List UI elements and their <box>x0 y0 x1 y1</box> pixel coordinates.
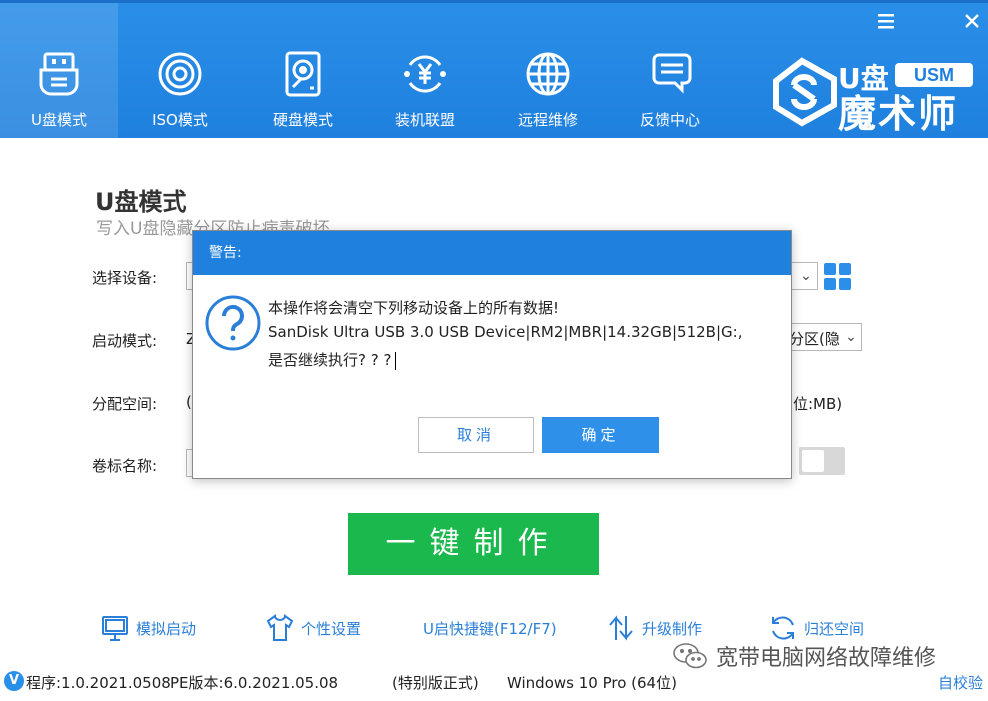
tab-label: ISO模式 <box>152 111 208 129</box>
confirm-button[interactable]: 确定 <box>542 417 659 453</box>
volume-toggle[interactable] <box>799 447 845 475</box>
text-caret <box>395 351 397 370</box>
version-badge: V <box>4 671 24 691</box>
tool-label: U启快捷键(F12/F7) <box>423 619 557 638</box>
globe-icon <box>525 51 571 97</box>
tab-label: 反馈中心 <box>639 111 700 129</box>
hamburger-icon[interactable] <box>878 11 896 35</box>
simulate-boot-button[interactable]: 模拟启动 <box>100 612 196 644</box>
tab-iso-mode[interactable]: ISO模式 <box>121 3 239 139</box>
chat-icon <box>647 51 693 97</box>
question-icon <box>205 295 261 351</box>
tab-hard-disk-mode[interactable]: 硬盘模式 <box>244 3 362 139</box>
chevron-down-icon[interactable]: ⌄ <box>795 262 817 290</box>
grid-view-icon[interactable] <box>824 263 852 291</box>
pe-version: PE版本:6.0.2021.05.08 <box>170 674 339 692</box>
space-unit: 位:MB) <box>793 395 843 413</box>
tab-label: U盘模式 <box>31 111 87 129</box>
boot-mode-label: 启动模式: <box>92 332 158 350</box>
personal-settings-button[interactable]: 个性设置 <box>265 612 361 644</box>
cancel-button[interactable]: 取消 <box>418 417 534 453</box>
tool-label: 升级制作 <box>642 619 703 638</box>
dialog-title: 警告: <box>193 231 791 275</box>
app-header: U盘模式 ISO模式 硬盘模式 装机联盟 远程维修 反馈中心 U盘 USM 魔术… <box>0 0 988 139</box>
usb-drive-icon <box>36 51 82 97</box>
tab-u-disk-mode[interactable]: U盘模式 <box>0 3 118 139</box>
partition-select-value: 分区(隐 <box>789 330 840 348</box>
edition: (特别版正式) <box>392 674 479 692</box>
yen-cycle-icon <box>402 51 448 97</box>
self-check-link[interactable]: 自校验 <box>938 672 983 693</box>
dialog-message-line3-text: 是否继续执行? ? ? <box>268 351 392 369</box>
status-bar: V 程序:1.0.2021.0508 PE版本:6.0.2021.05.08 (… <box>0 664 988 701</box>
warning-dialog: 警告: 本操作将会清空下列移动设备上的所有数据! SanDisk Ultra U… <box>192 230 792 479</box>
page-title: U盘模式 <box>95 188 187 216</box>
tool-label: 归还空间 <box>804 619 865 638</box>
toggle-knob <box>802 450 824 472</box>
close-icon[interactable] <box>964 11 980 35</box>
device-label: 选择设备: <box>92 269 158 287</box>
tab-label: 远程维修 <box>517 111 578 129</box>
refresh-icon <box>772 616 794 640</box>
volume-label: 卷标名称: <box>92 457 158 475</box>
dialog-message-line3: 是否继续执行? ? ? <box>268 349 397 370</box>
shirt-icon <box>266 614 294 641</box>
boot-hotkey-button[interactable]: U启快捷键(F12/F7) <box>423 612 557 644</box>
monitor-icon <box>102 616 128 641</box>
hard-disk-icon <box>280 51 326 97</box>
disc-icon <box>157 51 203 97</box>
tool-label: 模拟启动 <box>136 619 197 638</box>
up-down-arrows-icon <box>609 615 633 641</box>
tab-remote-repair[interactable]: 远程维修 <box>489 3 607 139</box>
tab-feedback-center[interactable]: 反馈中心 <box>611 3 729 139</box>
one-click-make-button[interactable]: 一键制作 <box>348 513 599 575</box>
tab-installer-alliance[interactable]: 装机联盟 <box>366 3 484 139</box>
space-value: ( <box>186 393 192 411</box>
dialog-message-line2: SanDisk Ultra USB 3.0 USB Device|RM2|MBR… <box>268 323 743 341</box>
brand-name: 魔术师 <box>838 92 959 136</box>
tool-label: 个性设置 <box>301 619 362 638</box>
space-label: 分配空间: <box>92 395 158 413</box>
os-info: Windows 10 Pro (64位) <box>507 674 677 692</box>
chevron-down-icon[interactable]: ⌄ <box>840 323 862 351</box>
program-version: 程序:1.0.2021.0508 <box>26 674 171 692</box>
tab-label: 硬盘模式 <box>272 111 333 129</box>
tab-label: 装机联盟 <box>394 111 455 129</box>
dialog-message-line1: 本操作将会清空下列移动设备上的所有数据! <box>268 299 560 317</box>
